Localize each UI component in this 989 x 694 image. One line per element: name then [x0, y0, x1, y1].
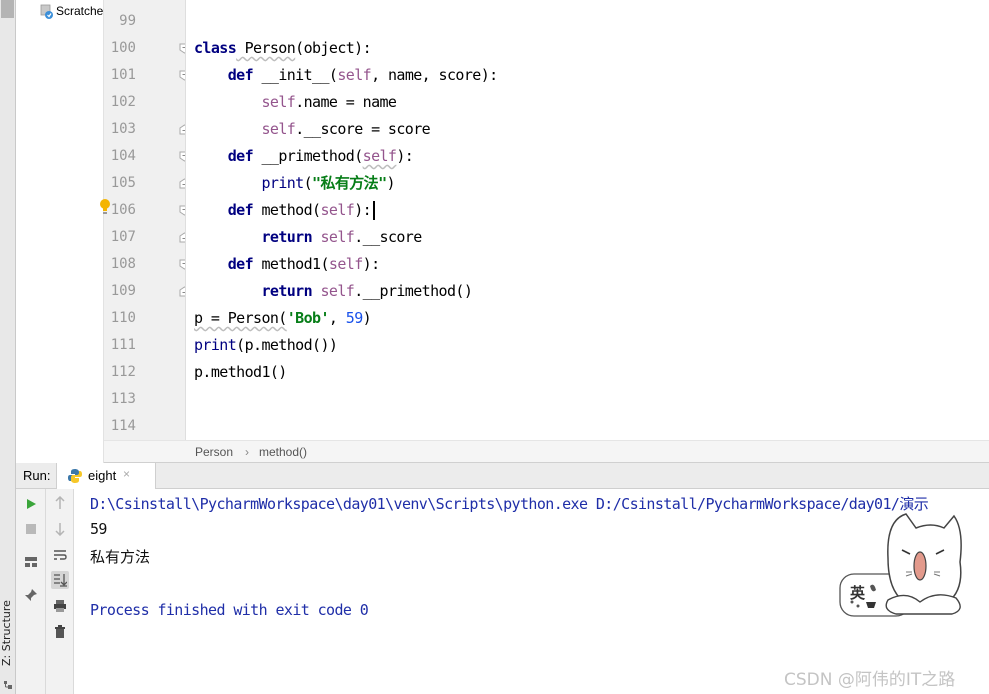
scratches-tree-item[interactable]: Scratche	[56, 4, 103, 18]
code-line-112: p.method1()	[194, 363, 287, 381]
console-output-private: 私有方法	[90, 548, 151, 566]
pin-icon[interactable]	[22, 586, 40, 604]
code-line-107: return self.__score	[261, 228, 422, 246]
breadcrumb-method[interactable]: method()	[259, 445, 307, 459]
line-number: 108	[110, 256, 136, 272]
breadcrumb: Person › method()	[104, 440, 989, 463]
run-icon[interactable]	[22, 495, 40, 513]
line-number: 114	[110, 418, 136, 434]
line-number: 111	[110, 337, 136, 353]
sticker-char: 英	[850, 584, 866, 602]
console-command: D:\Csinstall\PycharmWorkspace\day01\venv…	[90, 495, 929, 513]
watermark: CSDN @阿伟的IT之路	[784, 670, 956, 690]
code-line-108: def method1(self):	[227, 255, 380, 273]
code-line-104: def __primethod(self):	[227, 147, 414, 165]
code-line-111: print(p.method())	[194, 336, 338, 354]
fold-marker-icon[interactable]	[179, 43, 186, 54]
print-icon[interactable]	[51, 597, 69, 615]
close-icon[interactable]: ×	[123, 467, 130, 481]
line-number: 100	[110, 40, 136, 56]
fold-marker-icon[interactable]	[179, 124, 186, 135]
python-icon	[68, 469, 82, 483]
fold-marker-icon[interactable]	[179, 70, 186, 81]
line-number: 99	[119, 13, 136, 29]
scratches-icon	[40, 4, 53, 19]
structure-tab-label: Z: Structure	[0, 600, 13, 666]
lightbulb-icon[interactable]	[98, 198, 112, 216]
line-number: 104	[110, 148, 136, 164]
line-number: 102	[110, 94, 136, 110]
run-label: Run:	[23, 468, 51, 483]
breadcrumb-class[interactable]: Person	[195, 445, 233, 459]
scroll-to-end-icon[interactable]	[51, 571, 69, 589]
line-number: 109	[110, 283, 136, 299]
strip-marker[interactable]	[1, 0, 14, 18]
fold-marker-icon[interactable]	[179, 259, 186, 270]
structure-tool-tab[interactable]: Z: Structure	[0, 600, 16, 670]
fold-marker-icon[interactable]	[179, 205, 186, 216]
line-number: 107	[110, 229, 136, 245]
code-line-109: return self.__primethod()	[261, 282, 473, 300]
fold-marker-icon[interactable]	[179, 178, 186, 189]
code-line-101: def __init__(self, name, score):	[227, 66, 498, 84]
left-tool-strip: Z: Structure	[0, 0, 16, 694]
line-number: 112	[110, 364, 136, 380]
run-tab-label: eight	[88, 468, 117, 483]
fold-marker-icon[interactable]	[179, 151, 186, 162]
trash-icon[interactable]	[51, 623, 69, 641]
arrow-down-icon[interactable]	[51, 520, 69, 538]
fold-marker-icon[interactable]	[179, 286, 186, 297]
code-line-103: self.__score = score	[261, 120, 431, 138]
run-tab-eight[interactable]: eight ×	[56, 463, 156, 489]
code-line-110: p = Person('Bob', 59)	[194, 309, 372, 327]
cat-sticker-icon	[839, 513, 962, 617]
console-exit-message: Process finished with exit code 0	[90, 601, 369, 619]
run-toolbar-secondary	[46, 489, 74, 694]
line-number: 101	[110, 67, 136, 83]
ime-sticker: 英	[836, 510, 986, 630]
fold-marker-icon[interactable]	[179, 232, 186, 243]
structure-icon	[4, 681, 12, 689]
editor-gutter: 99 100 101 102 103 104 105 106 107 108 109 110 111 11…	[104, 0, 186, 440]
stop-icon[interactable]	[22, 520, 40, 538]
line-number: 113	[110, 391, 136, 407]
run-toolbar-primary	[16, 489, 46, 694]
code-line-106: def method(self):	[194, 197, 376, 224]
text-caret	[373, 201, 376, 220]
console-output-score: 59	[90, 520, 107, 538]
line-number: 110	[110, 310, 136, 326]
arrow-up-icon[interactable]	[51, 494, 69, 512]
code-editor[interactable]: class Person(object): def __init__(self,…	[186, 0, 989, 440]
code-line-102: self.name = name	[261, 93, 397, 111]
run-tool-window-header: Run: eight ×	[16, 463, 989, 489]
breadcrumb-separator: ›	[245, 445, 249, 459]
layout-icon[interactable]	[22, 553, 40, 571]
project-pane: Scratche	[16, 0, 104, 463]
line-number: 103	[110, 121, 136, 137]
soft-wrap-icon[interactable]	[51, 546, 69, 564]
code-line-100: class Person(object):	[194, 39, 372, 57]
code-line-105: print("私有方法")	[261, 174, 395, 192]
line-number: 105	[110, 175, 136, 191]
